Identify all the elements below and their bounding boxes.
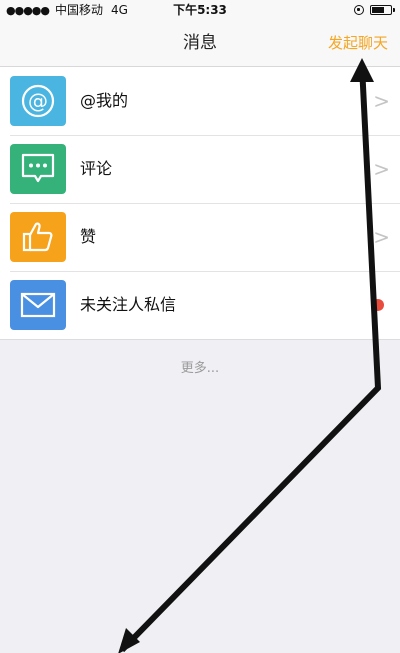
- orientation-lock-icon: [354, 5, 364, 15]
- list-item-label: 未关注人私信: [80, 295, 177, 314]
- list-item-likes[interactable]: 赞 >: [0, 203, 400, 271]
- at-icon: @: [10, 76, 66, 126]
- nav-bar: 消息 发起聊天: [0, 20, 400, 67]
- chevron-right-icon: >: [373, 89, 390, 113]
- mail-icon: [10, 280, 66, 330]
- list-item-mentions[interactable]: @ @我的 >: [0, 67, 400, 135]
- start-chat-button[interactable]: 发起聊天: [328, 20, 388, 66]
- list-item-label: @我的: [80, 91, 129, 110]
- battery-icon: [370, 5, 395, 15]
- chevron-right-icon: >: [373, 225, 390, 249]
- list-item-comments[interactable]: 评论 >: [0, 135, 400, 203]
- list-item-label: 赞: [80, 227, 97, 246]
- chevron-right-icon: >: [373, 157, 390, 181]
- message-category-list: @ @我的 > 评论 > 赞 > 未关注人私信: [0, 67, 400, 340]
- list-item-label: 评论: [80, 159, 113, 178]
- svg-text:@: @: [28, 89, 48, 113]
- list-item-private-messages[interactable]: 未关注人私信: [0, 271, 400, 339]
- status-time: 下午5:33: [173, 3, 227, 17]
- comment-icon: [10, 144, 66, 194]
- unread-badge: [372, 299, 384, 311]
- status-bar: ●●●●● 中国移动 4G 下午5:33: [0, 0, 400, 20]
- status-right: [354, 0, 395, 20]
- thumbs-up-icon: [10, 212, 66, 262]
- more-link[interactable]: 更多...: [0, 357, 400, 376]
